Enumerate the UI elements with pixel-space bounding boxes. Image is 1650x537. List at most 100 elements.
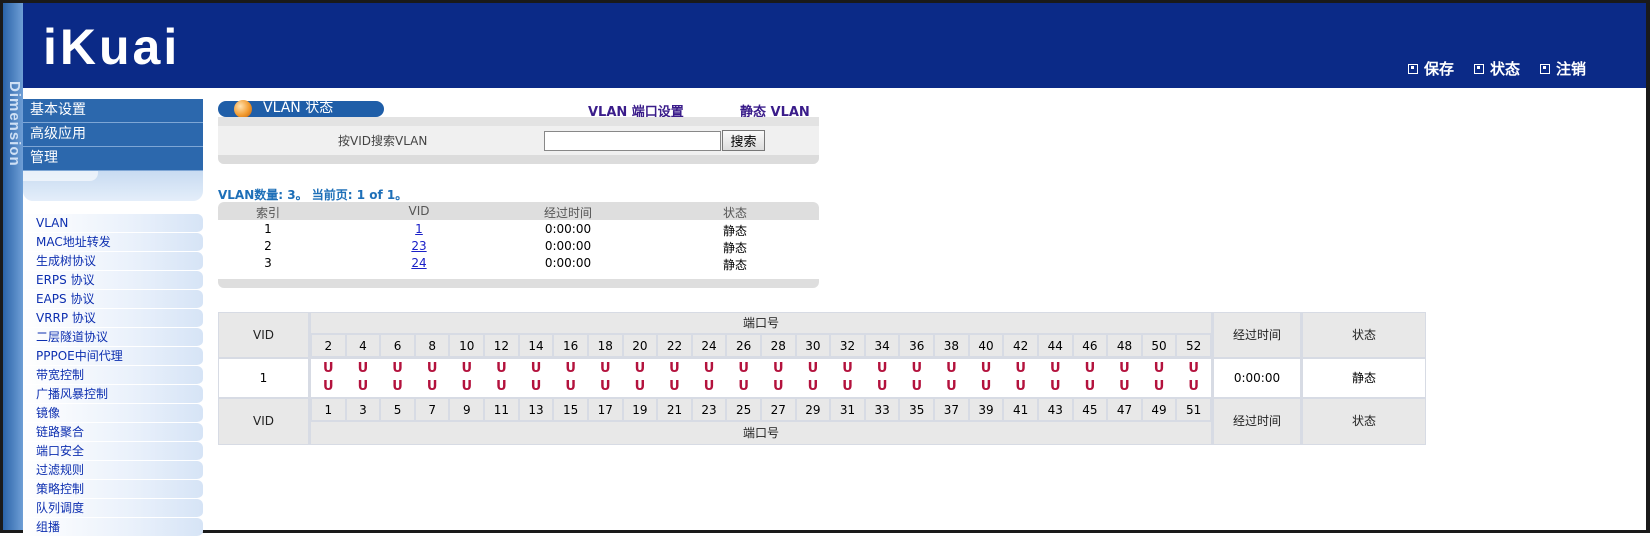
port-number-even: 34 xyxy=(874,339,890,353)
submenu-item[interactable]: VLAN xyxy=(23,214,203,233)
port-number-even: 30 xyxy=(805,339,821,353)
submenu-item[interactable]: 队列调度 xyxy=(23,499,203,518)
submenu-item[interactable]: 生成树协议 xyxy=(23,252,203,271)
untagged-mark[interactable]: U xyxy=(348,379,378,394)
untagged-mark[interactable]: U xyxy=(833,361,863,376)
panel-bottom-bar xyxy=(218,155,819,164)
submenu-item[interactable]: PPPOE中间代理 xyxy=(23,347,203,366)
untagged-mark[interactable]: U xyxy=(521,379,551,394)
untagged-mark[interactable]: U xyxy=(1075,361,1105,376)
untagged-mark[interactable]: U xyxy=(902,379,932,394)
vlan-list-cell: 0:00:00 xyxy=(544,222,592,236)
search-panel: 按VID搜索VLAN 搜索 xyxy=(218,117,819,164)
untagged-mark[interactable]: U xyxy=(1179,379,1209,394)
untagged-mark[interactable]: U xyxy=(694,361,724,376)
untagged-mark[interactable]: U xyxy=(313,361,343,376)
port-number-even: 18 xyxy=(597,339,613,353)
vlan-list-cell: 静态 xyxy=(722,241,747,255)
vlan-vid-link[interactable]: 1 xyxy=(394,222,444,236)
header-action-status[interactable]: 状态 xyxy=(1473,58,1520,79)
untagged-mark[interactable]: U xyxy=(556,379,586,394)
untagged-mark[interactable]: U xyxy=(313,379,343,394)
untagged-mark[interactable]: U xyxy=(521,361,551,376)
submenu-item[interactable]: 二层隧道协议 xyxy=(23,328,203,347)
untagged-mark[interactable]: U xyxy=(1040,361,1070,376)
untagged-mark[interactable]: U xyxy=(902,361,932,376)
untagged-mark[interactable]: U xyxy=(833,379,863,394)
ikuai-logo: iKuai xyxy=(43,19,181,75)
menu-management[interactable]: 管理 xyxy=(23,147,203,171)
port-number-odd: 5 xyxy=(393,403,402,417)
submenu-item[interactable]: MAC地址转发 xyxy=(23,233,203,252)
untagged-mark[interactable]: U xyxy=(1179,361,1209,376)
untagged-mark[interactable]: U xyxy=(659,361,689,376)
untagged-mark[interactable]: U xyxy=(971,361,1001,376)
menu-basic-settings[interactable]: 基本设置 xyxy=(23,99,203,123)
untagged-mark[interactable]: U xyxy=(867,379,897,394)
submenu-item[interactable]: EAPS 协议 xyxy=(23,290,203,309)
tab-vlan-status[interactable]: VLAN 状态 xyxy=(218,100,384,118)
untagged-mark[interactable]: U xyxy=(1144,361,1174,376)
port-membership-table: VID 1 VID 端口号 端口号 经过时间 0:00:00 经过时间 状态 静态 状态 2 1 U U 4 3… xyxy=(218,312,1426,445)
untagged-mark[interactable]: U xyxy=(798,361,828,376)
vlan-vid-link[interactable]: 23 xyxy=(394,239,444,253)
submenu-item[interactable]: VRRP 协议 xyxy=(23,309,203,328)
untagged-mark[interactable]: U xyxy=(486,361,516,376)
untagged-mark[interactable]: U xyxy=(590,379,620,394)
vlan-list-cell: 2 xyxy=(264,239,272,253)
untagged-mark[interactable]: U xyxy=(486,379,516,394)
submenu-item[interactable]: 过滤规则 xyxy=(23,461,203,480)
submenu-item[interactable]: ERPS 协议 xyxy=(23,271,203,290)
untagged-mark[interactable]: U xyxy=(417,379,447,394)
untagged-mark[interactable]: U xyxy=(867,361,897,376)
untagged-mark[interactable]: U xyxy=(556,361,586,376)
untagged-mark[interactable]: U xyxy=(936,379,966,394)
untagged-mark[interactable]: U xyxy=(383,361,413,376)
untagged-mark[interactable]: U xyxy=(1109,379,1139,394)
untagged-mark[interactable]: U xyxy=(729,361,759,376)
status-value: 静态 xyxy=(1303,359,1425,397)
untagged-mark[interactable]: U xyxy=(694,379,724,394)
vid-search-input[interactable] xyxy=(544,131,721,151)
untagged-mark[interactable]: U xyxy=(452,379,482,394)
untagged-mark[interactable]: U xyxy=(625,361,655,376)
vlan-list-cell: 静态 xyxy=(722,224,747,238)
left-decor-strip: Dimension xyxy=(3,3,23,530)
submenu-item[interactable]: 带宽控制 xyxy=(23,366,203,385)
untagged-mark[interactable]: U xyxy=(348,361,378,376)
untagged-mark[interactable]: U xyxy=(1075,379,1105,394)
menu-advanced[interactable]: 高级应用 xyxy=(23,123,203,147)
untagged-mark[interactable]: U xyxy=(763,361,793,376)
submenu-item[interactable]: 镜像 xyxy=(23,404,203,423)
untagged-mark[interactable]: U xyxy=(452,361,482,376)
untagged-mark[interactable]: U xyxy=(936,361,966,376)
port-number-odd: 41 xyxy=(1012,403,1029,417)
port-number-even: 40 xyxy=(978,339,994,353)
untagged-mark[interactable]: U xyxy=(1006,379,1036,394)
untagged-mark[interactable]: U xyxy=(763,379,793,394)
untagged-mark[interactable]: U xyxy=(798,379,828,394)
port-number-even: 10 xyxy=(459,339,475,353)
submenu-item[interactable]: 组播 xyxy=(23,518,203,537)
untagged-mark[interactable]: U xyxy=(1040,379,1070,394)
port-number-even: 52 xyxy=(1186,339,1202,353)
header-action-save[interactable]: 保存 xyxy=(1407,58,1454,79)
header-action-logout[interactable]: 注销 xyxy=(1539,58,1586,79)
untagged-mark[interactable]: U xyxy=(659,379,689,394)
untagged-mark[interactable]: U xyxy=(971,379,1001,394)
vlan-vid-link[interactable]: 24 xyxy=(394,256,444,270)
untagged-mark[interactable]: U xyxy=(383,379,413,394)
untagged-mark[interactable]: U xyxy=(729,379,759,394)
vlan-summary: VLAN数量: 3。 当前页: 1 of 1。 xyxy=(218,188,408,202)
untagged-mark[interactable]: U xyxy=(590,361,620,376)
untagged-mark[interactable]: U xyxy=(625,379,655,394)
untagged-mark[interactable]: U xyxy=(1006,361,1036,376)
search-button[interactable]: 搜索 xyxy=(722,130,765,151)
submenu-item[interactable]: 链路聚合 xyxy=(23,423,203,442)
submenu-item[interactable]: 端口安全 xyxy=(23,442,203,461)
untagged-mark[interactable]: U xyxy=(1109,361,1139,376)
submenu-item[interactable]: 策略控制 xyxy=(23,480,203,499)
submenu-item[interactable]: 广播风暴控制 xyxy=(23,385,203,404)
untagged-mark[interactable]: U xyxy=(1144,379,1174,394)
untagged-mark[interactable]: U xyxy=(417,361,447,376)
